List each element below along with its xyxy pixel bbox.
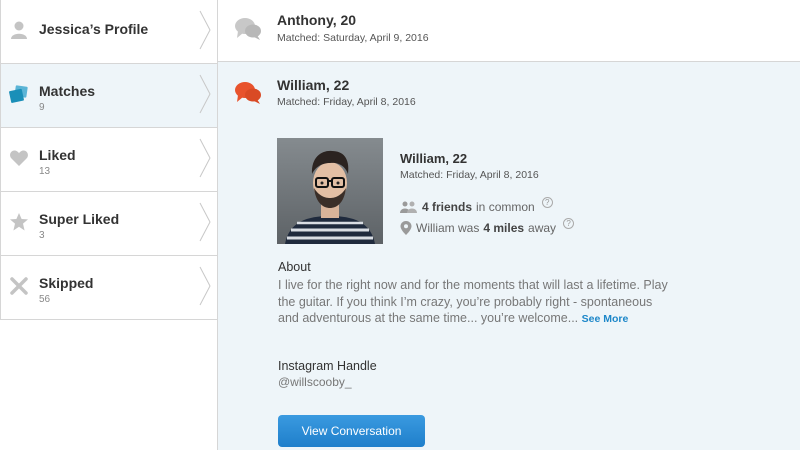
help-icon[interactable]: ? <box>541 196 553 208</box>
sidebar-item-profile[interactable]: Jessica’s Profile <box>0 0 217 64</box>
matches-icon <box>9 85 28 103</box>
sidebar-item-matches[interactable]: Matches 9 <box>0 64 217 128</box>
chevron-right-icon <box>199 266 211 306</box>
chevron-right-icon <box>199 202 211 242</box>
sidebar-item-label: Liked <box>39 147 76 163</box>
distance-suffix: away <box>528 221 557 235</box>
see-more-link[interactable]: See More <box>582 313 629 325</box>
sidebar-item-label: Jessica’s Profile <box>39 21 149 37</box>
conversation-date: Matched: Saturday, April 9, 2016 <box>277 32 429 44</box>
matches-panel: Anthony, 20 Matched: Saturday, April 9, … <box>218 0 800 450</box>
chat-bubbles-gray-icon <box>235 18 261 40</box>
sidebar-item-count: 56 <box>39 294 51 305</box>
star-icon <box>10 213 28 231</box>
user-icon <box>11 21 27 39</box>
sidebar-item-label: Matches <box>39 83 96 99</box>
view-conversation-button[interactable]: View Conversation <box>278 415 425 447</box>
chevron-right-icon <box>199 74 211 114</box>
conversation-name: Anthony, 20 <box>277 12 357 28</box>
distance-value: 4 miles <box>483 221 525 235</box>
friends-suffix: in common <box>476 200 535 214</box>
x-icon <box>10 277 28 295</box>
sidebar: Jessica’s Profile Matches 9 Liked 13 Sup… <box>0 0 218 450</box>
profile-photo <box>277 138 383 244</box>
instagram-heading: Instagram Handle <box>278 359 377 373</box>
chevron-right-icon <box>199 138 211 178</box>
sidebar-item-count: 13 <box>39 166 51 177</box>
friends-icon <box>400 201 417 213</box>
distance-prefix: William was <box>416 221 480 235</box>
about-text: I live for the right now and for the mom… <box>278 277 668 328</box>
sidebar-item-super-liked[interactable]: Super Liked 3 <box>0 192 217 256</box>
chat-bubbles-orange-icon <box>235 82 261 104</box>
location-pin-icon <box>400 221 412 235</box>
conversation-date: Matched: Friday, April 8, 2016 <box>277 96 416 108</box>
sidebar-item-count: 3 <box>39 230 45 241</box>
friends-in-common: 4 friends in common ? <box>400 196 553 214</box>
distance-info: William was 4 miles away ? <box>400 217 575 235</box>
conversation-detail: William, 22 Matched: Friday, April 8, 20… <box>218 62 800 450</box>
sidebar-item-count: 9 <box>39 102 45 113</box>
sidebar-item-label: Skipped <box>39 275 94 291</box>
friends-count: 4 friends <box>422 200 473 214</box>
instagram-handle: @willscooby_ <box>278 375 352 389</box>
conversation-item[interactable]: Anthony, 20 Matched: Saturday, April 9, … <box>218 0 800 62</box>
detail-match-date: Matched: Friday, April 8, 2016 <box>400 169 539 181</box>
about-heading: About <box>278 260 311 274</box>
heart-icon <box>10 150 28 166</box>
conversation-name[interactable]: William, 22 <box>277 77 349 93</box>
detail-name: William, 22 <box>400 151 468 166</box>
help-icon[interactable]: ? <box>563 217 575 229</box>
sidebar-item-liked[interactable]: Liked 13 <box>0 128 217 192</box>
sidebar-item-skipped[interactable]: Skipped 56 <box>0 256 217 320</box>
chevron-right-icon <box>199 10 211 50</box>
sidebar-item-label: Super Liked <box>39 211 120 227</box>
